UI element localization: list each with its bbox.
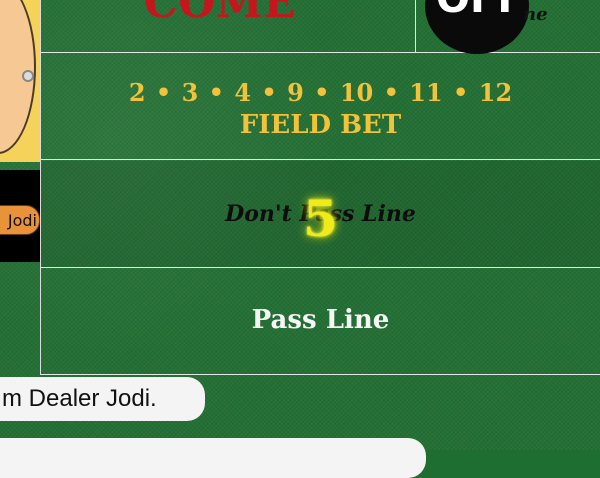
dealer-name-tag: Jodi — [0, 205, 40, 235]
dont-come-label-fragment: ne — [523, 4, 548, 25]
pass-line-area[interactable]: Pass Line — [41, 269, 600, 375]
come-bet-area[interactable]: COME OFF ne — [41, 0, 600, 54]
come-label: COME — [144, 0, 297, 27]
puck-label: OFF — [436, 0, 525, 22]
chat-bubble — [0, 438, 426, 478]
come-divider — [415, 0, 416, 53]
field-numbers: 2 • 3 • 4 • 9 • 10 • 11 • 12 — [128, 78, 513, 107]
dealer-panel: Jodi — [0, 0, 40, 270]
dont-pass-line-area[interactable]: Don't Pass Line 5 — [41, 161, 600, 268]
earring-icon — [22, 70, 34, 82]
chat-bubble: m Dealer Jodi. — [0, 377, 205, 421]
dealer-avatar — [0, 0, 40, 162]
field-bet-label: FIELD BET — [239, 110, 402, 140]
point-number: 5 — [303, 189, 338, 248]
field-bet-area[interactable]: 2 • 3 • 4 • 9 • 10 • 11 • 12 FIELD BET — [41, 54, 600, 160]
pass-line-label: Pass Line — [251, 305, 390, 335]
